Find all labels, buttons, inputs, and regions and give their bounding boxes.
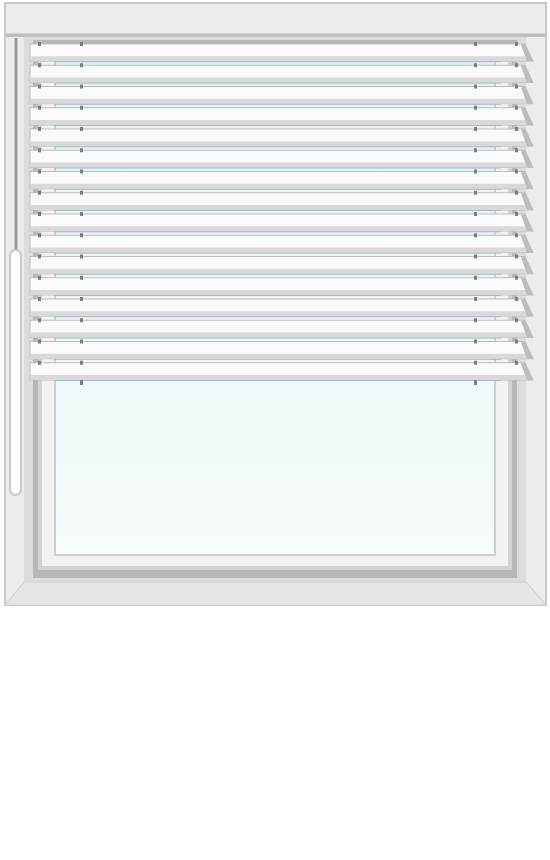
slat-shade-4 <box>30 120 533 125</box>
ladder-tape-5-2 <box>80 127 83 131</box>
ladder-tape-15-3 <box>474 339 477 344</box>
blind-slats <box>29 42 534 385</box>
ladder-tape-9-3 <box>474 212 477 216</box>
slat-shade-1 <box>30 56 533 62</box>
slat-shade-10 <box>30 247 533 253</box>
ladder-tape-14-4 <box>515 318 518 323</box>
ladder-tape-2-4 <box>515 63 518 68</box>
slat-shade-5 <box>30 141 533 147</box>
ladder-tape-11-3 <box>474 254 477 259</box>
ladder-tape-8-1 <box>38 190 41 195</box>
ladder-tape-1-4 <box>515 42 518 46</box>
ladder-tape-12-4 <box>515 275 518 280</box>
slat-shade-8 <box>30 205 533 210</box>
ladder-tape-13-1 <box>38 297 41 301</box>
blind-headrail <box>4 2 547 37</box>
ladder-tape-15-4 <box>515 339 518 344</box>
ladder-tape-5-4 <box>515 127 518 131</box>
ladder-tape-13-2 <box>80 297 83 301</box>
slat-shade-6 <box>30 162 533 168</box>
slat-shade-9 <box>30 226 533 232</box>
slat-shade-2 <box>30 77 533 83</box>
ladder-tape-12-2 <box>80 275 83 280</box>
ladder-tape-7-2 <box>80 169 83 174</box>
ladder-tape-8-2 <box>80 190 83 195</box>
ladder-tape-7-3 <box>474 169 477 174</box>
ladder-tape-4-1 <box>38 105 41 110</box>
ladder-tape-3-2 <box>80 84 83 89</box>
ladder-tape-10-2 <box>80 233 83 238</box>
ladder-tape-1-1 <box>38 42 41 46</box>
ladder-tape-14-3 <box>474 318 477 323</box>
slat-shade-15 <box>30 353 533 359</box>
ladder-tape-4-2 <box>80 105 83 110</box>
ladder-tape-9-4 <box>515 212 518 216</box>
ladder-tape-13-4 <box>515 297 518 301</box>
ladder-tape-1-3 <box>474 42 477 46</box>
ladder-tape-7-4 <box>515 169 518 174</box>
ladder-tape-2-2 <box>80 63 83 68</box>
slat-shade-7 <box>30 183 533 189</box>
ladder-tape-3-1 <box>38 84 41 89</box>
ladder-tape-end-2 <box>474 380 477 385</box>
ladder-tape-16-2 <box>80 360 83 365</box>
ladder-tape-16-1 <box>38 360 41 365</box>
ladder-tape-8-4 <box>515 190 518 195</box>
ladder-tape-15-1 <box>38 339 41 344</box>
slat-shade-14 <box>30 332 533 338</box>
ladder-tape-14-1 <box>38 318 41 323</box>
ladder-tape-6-2 <box>80 148 83 153</box>
ladder-tape-14-2 <box>80 318 83 323</box>
ladder-tape-6-4 <box>515 148 518 153</box>
ladder-tape-2-1 <box>38 63 41 68</box>
ladder-tape-3-3 <box>474 84 477 89</box>
ladder-tape-1-2 <box>80 42 83 46</box>
ladder-tape-5-1 <box>38 127 41 131</box>
slat-shade-11 <box>30 268 533 274</box>
ladder-tape-2-3 <box>474 63 477 68</box>
ladder-tape-9-2 <box>80 212 83 216</box>
slat-shade-16 <box>30 375 533 380</box>
ladder-tape-6-3 <box>474 148 477 153</box>
slat-shade-12 <box>30 290 533 295</box>
ladder-tape-4-3 <box>474 105 477 110</box>
ladder-tape-3-4 <box>515 84 518 89</box>
ladder-tape-12-1 <box>38 275 41 280</box>
window-sill <box>3 581 548 606</box>
ladder-tape-4-4 <box>515 105 518 110</box>
ladder-tape-10-3 <box>474 233 477 238</box>
ladder-tape-12-3 <box>474 275 477 280</box>
ladder-tape-7-1 <box>38 169 41 174</box>
ladder-tape-8-3 <box>474 190 477 195</box>
ladder-tape-9-1 <box>38 212 41 216</box>
ladder-tape-11-4 <box>515 254 518 259</box>
ladder-tape-11-2 <box>80 254 83 259</box>
tilt-wand[interactable] <box>9 249 22 496</box>
ladder-tape-10-1 <box>38 233 41 238</box>
slat-shade-3 <box>30 98 533 104</box>
slat-shade-13 <box>30 311 533 317</box>
ladder-tape-end-1 <box>80 380 83 385</box>
ladder-tape-15-2 <box>80 339 83 344</box>
ladder-tape-11-1 <box>38 254 41 259</box>
ladder-tape-6-1 <box>38 148 41 153</box>
ladder-tape-16-3 <box>474 360 477 365</box>
ladder-tape-10-4 <box>515 233 518 238</box>
ladder-tape-16-4 <box>515 360 518 365</box>
window-blind-illustration <box>3 2 548 606</box>
ladder-tape-13-3 <box>474 297 477 301</box>
ladder-tape-5-3 <box>474 127 477 131</box>
